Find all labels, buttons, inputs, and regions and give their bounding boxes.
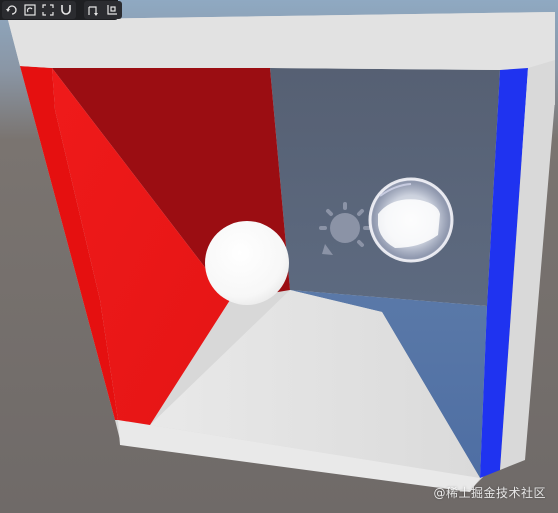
move-tool-button[interactable] bbox=[3, 1, 21, 19]
local-pivot-icon bbox=[88, 6, 98, 16]
global-pivot-button[interactable] bbox=[103, 1, 121, 19]
scene-render[interactable] bbox=[0, 0, 558, 513]
glass-sphere[interactable] bbox=[368, 177, 454, 263]
pivot-tool-group bbox=[84, 1, 122, 19]
magnet-tool-button[interactable] bbox=[57, 1, 75, 19]
watermark-text: @稀土掘金技术社区 bbox=[433, 486, 546, 500]
scene-viewport[interactable]: @稀土掘金技术社区 bbox=[0, 0, 558, 513]
rotate-tool-button[interactable] bbox=[21, 1, 39, 19]
magnet-icon bbox=[61, 5, 71, 15]
scale-icon bbox=[42, 4, 54, 16]
rotate-icon bbox=[24, 4, 36, 16]
gizmo-toolbar bbox=[0, 0, 122, 20]
global-pivot-icon bbox=[107, 5, 117, 15]
white-sphere[interactable] bbox=[205, 221, 289, 305]
local-pivot-button[interactable] bbox=[85, 1, 103, 19]
move-icon bbox=[6, 5, 17, 15]
scale-tool-button[interactable] bbox=[39, 1, 57, 19]
ceiling[interactable] bbox=[8, 12, 555, 70]
transform-tool-group bbox=[2, 1, 76, 19]
